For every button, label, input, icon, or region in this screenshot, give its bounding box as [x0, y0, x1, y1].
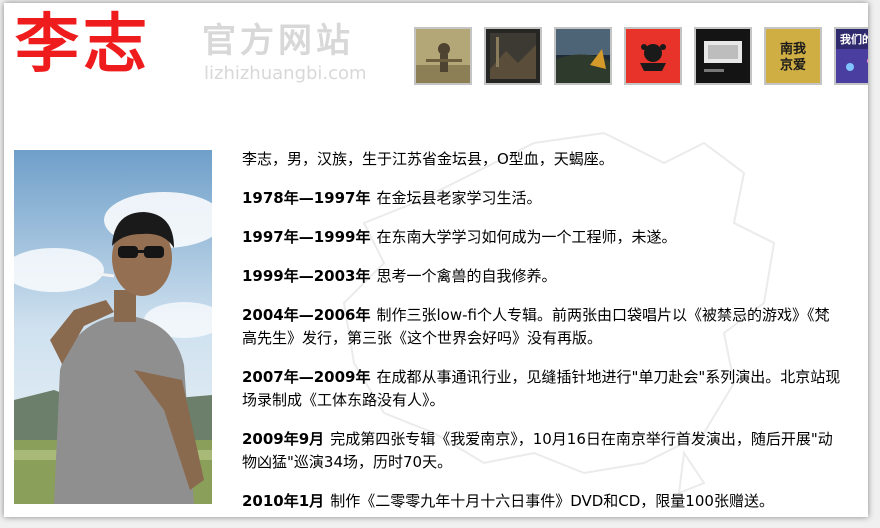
artist-photo-art [14, 150, 212, 504]
album-cover-2-art [486, 29, 540, 83]
album-cover-6-text-2: 京爱 [780, 57, 806, 73]
bio-entry-years: 1997年—1999年 [242, 228, 371, 246]
album-cover-7-text: 我们的 [840, 32, 868, 46]
bio-entry-years: 2004年—2006年 [242, 306, 371, 324]
page: 李志 官方网站 lizhizhuangbi.com 南我 京爱 我们 李志，男，… [4, 3, 868, 517]
bio-entry-years: 2007年—2009年 [242, 368, 371, 386]
album-cover-1-art [416, 29, 470, 83]
bio-intro: 李志，男，汉族，生于江苏省金坛县，O型血，天蝎座。 [242, 148, 842, 171]
bio-entry: 1997年—1999年 在东南大学学习如何成为一个工程师，未遂。 [242, 226, 842, 249]
artist-photo [14, 150, 212, 504]
album-cover-4[interactable] [624, 27, 682, 85]
bio-entry-text: 完成第四张专辑《我爱南京》，10月16日在南京举行首发演出，随后开展"动物凶猛"… [242, 430, 833, 471]
bio-entry-years: 1978年—1997年 [242, 189, 371, 207]
album-cover-6-text-1: 南我 [780, 41, 806, 57]
album-cover-5[interactable] [694, 27, 752, 85]
album-cover-5-art [696, 29, 750, 83]
bio-entry-text: 制作《二零零九年十月十六日事件》DVD和CD，限量100张赠送。 [330, 492, 774, 510]
album-cover-1[interactable] [414, 27, 472, 85]
bio-entry-text: 在金坛县老家学习生活。 [376, 189, 542, 207]
bio-intro-text: 李志，男，汉族，生于江苏省金坛县，O型血，天蝎座。 [242, 150, 614, 168]
album-cover-2[interactable] [484, 27, 542, 85]
site-domain: lizhizhuangbi.com [204, 63, 367, 84]
album-cover-3-art [556, 29, 610, 83]
bio-entry: 2007年—2009年 在成都从事通讯行业，见缝插针地进行"单刀赴会"系列演出。北… [242, 366, 842, 412]
bio-entry-years: 2009年9月 [242, 430, 325, 448]
bio-entry: 2010年1月 制作《二零零九年十月十六日事件》DVD和CD，限量100张赠送。 [242, 490, 842, 513]
site-subtitle: 官方网站 [202, 21, 354, 61]
bio-entry-years: 2010年1月 [242, 492, 325, 510]
album-cover-3[interactable] [554, 27, 612, 85]
album-cover-7[interactable]: 我们的 [834, 27, 868, 85]
album-cover-6[interactable]: 南我 京爱 [764, 27, 822, 85]
bio-entry: 1978年—1997年 在金坛县老家学习生活。 [242, 187, 842, 210]
album-cover-7-art: 我们的 [836, 29, 868, 83]
bio-entry-years: 1999年—2003年 [242, 267, 371, 285]
bio-entry: 1999年—2003年 思考一个禽兽的自我修养。 [242, 265, 842, 288]
site-logo[interactable]: 李志 [15, 5, 151, 85]
bio-entry-text: 思考一个禽兽的自我修养。 [376, 267, 557, 285]
bio-entry-text: 在东南大学学习如何成为一个工程师，未遂。 [376, 228, 677, 246]
bio-entry: 2004年—2006年 制作三张low-fi个人专辑。前两张由口袋唱片以《被禁忌的… [242, 304, 842, 350]
biography: 李志，男，汉族，生于江苏省金坛县，O型血，天蝎座。 1978年—1997年 在金坛… [242, 148, 842, 517]
bio-entry: 2009年9月 完成第四张专辑《我爱南京》，10月16日在南京举行首发演出，随后开… [242, 428, 842, 474]
album-cover-4-art [626, 29, 680, 83]
album-cover-6-art: 南我 京爱 [766, 29, 820, 83]
